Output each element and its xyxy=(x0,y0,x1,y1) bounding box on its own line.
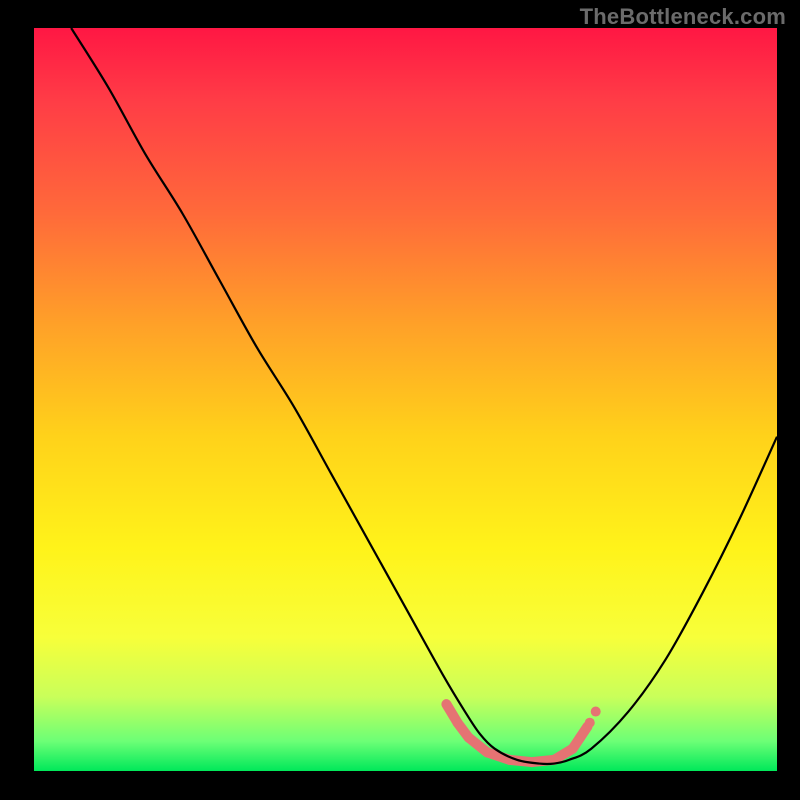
chart-svg xyxy=(34,28,777,771)
marker-dot xyxy=(591,707,601,717)
watermark-text: TheBottleneck.com xyxy=(580,4,786,30)
marker-layer xyxy=(446,704,600,762)
chart-frame: TheBottleneck.com xyxy=(0,0,800,800)
marker-segment xyxy=(580,726,587,737)
marker-dot xyxy=(585,718,595,728)
plot-area xyxy=(34,28,777,771)
bottleneck-curve xyxy=(71,28,777,764)
